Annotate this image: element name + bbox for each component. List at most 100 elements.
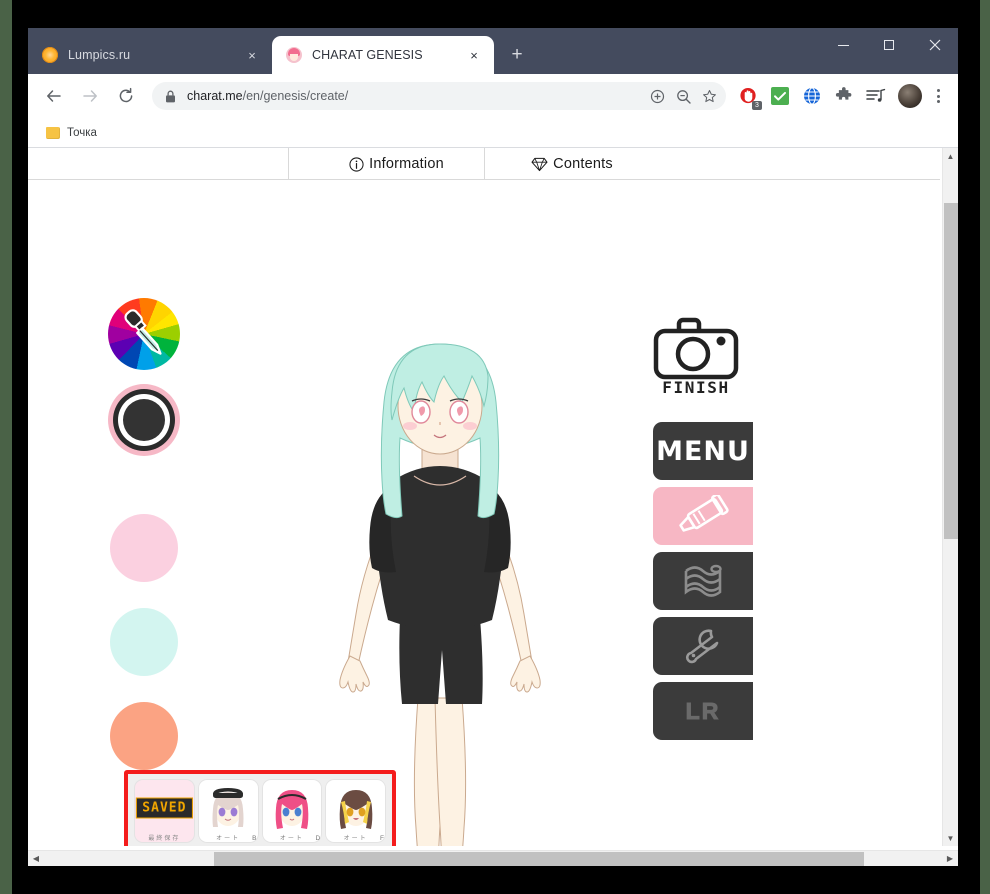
saved-slot-d[interactable]: オート D xyxy=(262,779,323,843)
saved-badge: SAVED xyxy=(136,798,192,819)
back-button[interactable] xyxy=(39,81,69,111)
saved-slot-letter: F xyxy=(380,835,384,842)
texture-button[interactable] xyxy=(653,552,753,610)
page-vertical-scrollbar[interactable]: ▲ ▼ xyxy=(942,148,958,846)
swatch-pink[interactable] xyxy=(110,514,178,582)
url-domain: charat.me xyxy=(187,89,243,103)
tab-strip: Lumpics.ru × CHARAT GENESIS × + xyxy=(28,28,958,74)
info-circle-icon xyxy=(349,157,364,172)
orange-favicon xyxy=(42,47,58,63)
charat-favicon xyxy=(286,47,302,63)
page-content: Information Contents xyxy=(28,148,940,846)
extension-badge: 3 xyxy=(752,101,762,110)
avatar-thumb xyxy=(206,785,250,831)
selected-color-swatch[interactable] xyxy=(108,384,180,456)
scroll-left-button[interactable]: ◀ xyxy=(28,854,44,863)
maximize-button[interactable] xyxy=(866,28,912,62)
adblock-extension-icon[interactable]: 3 xyxy=(735,83,761,109)
saved-slot-letter: B xyxy=(252,835,256,842)
saved-slot-sublabel: オート xyxy=(327,833,384,842)
scroll-up-button[interactable]: ▲ xyxy=(943,148,958,164)
saved-slot-e[interactable]: オート E xyxy=(262,846,323,847)
zoom-in-icon[interactable] xyxy=(644,83,670,109)
eyedropper-icon xyxy=(122,304,170,362)
browser-toolbar: charat.me/en/genesis/create/ xyxy=(28,74,958,118)
menu-button[interactable]: MENU xyxy=(653,422,753,480)
saved-slot-f[interactable]: オート F xyxy=(325,779,386,843)
tool-buttons-sidebar: FINISH MENU xyxy=(653,313,753,747)
scroll-down-button[interactable]: ▼ xyxy=(943,830,958,846)
omnibox-actions xyxy=(644,82,722,110)
saved-slot-g[interactable]: オート G xyxy=(325,846,386,847)
tab-information-label: Information xyxy=(369,156,444,172)
saved-slots-panel: SAVED 最終保存 オート xyxy=(124,770,396,846)
page-top-tabs: Information Contents xyxy=(28,148,940,180)
saved-slot-sublabel: オート xyxy=(200,833,257,842)
horizontal-scroll-thumb[interactable] xyxy=(214,852,864,866)
saved-slot-a[interactable]: オート A xyxy=(134,846,195,847)
minimize-button[interactable] xyxy=(820,28,866,62)
saved-slot-sublabel: 最終保存 xyxy=(136,833,193,842)
finish-button[interactable]: FINISH xyxy=(653,313,739,400)
chrome-menu-button[interactable] xyxy=(926,89,950,103)
diamond-icon xyxy=(531,157,548,172)
saved-slot-sublabel: オート xyxy=(264,833,321,842)
scroll-right-button[interactable]: ▶ xyxy=(942,854,958,863)
wrench-icon xyxy=(683,626,723,666)
bookmarks-bar: Точка xyxy=(28,118,958,148)
puzzle-extensions-icon[interactable] xyxy=(831,83,857,109)
page-viewport: Information Contents xyxy=(28,148,958,846)
tab-contents-label: Contents xyxy=(553,156,613,172)
new-tab-button[interactable]: + xyxy=(503,41,531,69)
reading-list-icon[interactable] xyxy=(863,83,889,109)
bookmark-label: Точка xyxy=(67,127,97,139)
folder-icon xyxy=(46,127,60,139)
saved-slot-last[interactable]: SAVED 最終保存 xyxy=(134,779,195,843)
vertical-scroll-thumb[interactable] xyxy=(944,203,958,539)
desktop-background-left xyxy=(0,0,12,894)
forward-button[interactable] xyxy=(75,81,105,111)
tab-close-button[interactable]: × xyxy=(464,45,484,65)
swatch-mint[interactable] xyxy=(110,608,178,676)
checkmark-extension-icon[interactable] xyxy=(767,83,793,109)
saved-slot-b[interactable]: オート B xyxy=(198,779,259,843)
lr-label: LR xyxy=(686,698,721,725)
tab-information[interactable]: Information xyxy=(309,148,484,180)
avatar-thumb xyxy=(270,785,314,831)
color-palette-sidebar xyxy=(98,298,190,796)
tab-lumpics[interactable]: Lumpics.ru × xyxy=(28,36,272,74)
character-preview[interactable] xyxy=(290,318,590,846)
saved-slot-letter: D xyxy=(316,835,321,842)
page-horizontal-scrollbar[interactable]: ◀ ▶ xyxy=(28,850,958,866)
paint-tube-icon xyxy=(674,495,732,537)
url-path: /en/genesis/create/ xyxy=(243,89,349,103)
fabric-icon xyxy=(682,562,724,600)
lock-icon xyxy=(162,90,178,103)
tab-close-button[interactable]: × xyxy=(242,45,262,65)
screen: Lumpics.ru × CHARAT GENESIS × + xyxy=(0,0,990,894)
reload-button[interactable] xyxy=(111,81,141,111)
paint-button[interactable] xyxy=(653,487,753,545)
tab-contents[interactable]: Contents xyxy=(484,148,659,180)
saved-slot-c[interactable]: オート C xyxy=(198,846,259,847)
globe-extension-icon[interactable] xyxy=(799,83,825,109)
close-button[interactable] xyxy=(912,28,958,62)
lr-button[interactable]: LR xyxy=(653,682,753,740)
desktop-background-right xyxy=(980,0,990,894)
color-picker-wheel[interactable] xyxy=(108,298,180,370)
zoom-out-icon[interactable] xyxy=(670,83,696,109)
bookmark-item[interactable]: Точка xyxy=(40,124,103,142)
swatch-peach[interactable] xyxy=(110,702,178,770)
url-text: charat.me/en/genesis/create/ xyxy=(187,89,348,103)
window-controls xyxy=(820,28,958,62)
address-bar[interactable]: charat.me/en/genesis/create/ xyxy=(152,82,726,110)
bookmark-star-icon[interactable] xyxy=(696,83,722,109)
settings-button[interactable] xyxy=(653,617,753,675)
avatar-thumb xyxy=(334,785,378,831)
tab-title: Lumpics.ru xyxy=(68,48,236,62)
svg-text:FINISH: FINISH xyxy=(662,378,729,395)
profile-avatar[interactable] xyxy=(898,84,922,108)
browser-window: Lumpics.ru × CHARAT GENESIS × + xyxy=(28,28,958,866)
tab-title: CHARAT GENESIS xyxy=(312,48,458,62)
tab-charat-genesis[interactable]: CHARAT GENESIS × xyxy=(272,36,494,74)
